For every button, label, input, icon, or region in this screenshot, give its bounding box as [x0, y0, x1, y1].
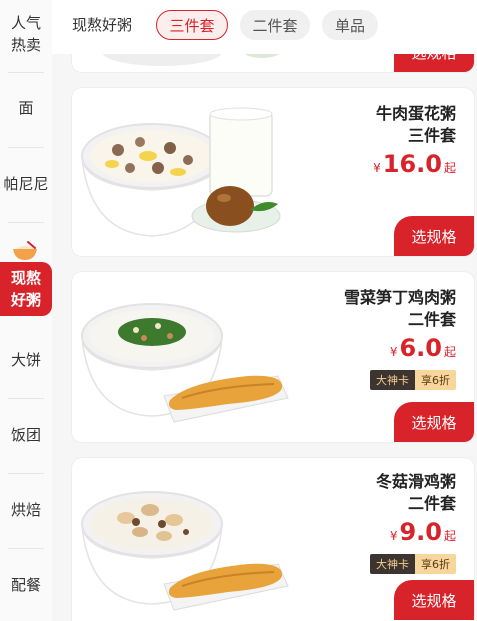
currency-symbol: ¥: [389, 529, 398, 543]
product-image: [81, 303, 289, 423]
subcategory-tabs: 现熬好粥 三件套 二件套 单品: [52, 0, 477, 54]
sidebar-item-label: 人气: [10, 14, 41, 32]
sidebar-item-label: 大饼: [10, 351, 41, 369]
product-card[interactable]: 冬菇滑鸡粥 二件套 ¥ 9.0 起 大神卡 享6折 选规格: [72, 458, 474, 621]
vip-discount-badge: 大神卡 享6折: [370, 370, 456, 390]
select-spec-button[interactable]: 选规格: [394, 402, 474, 442]
currency-symbol: ¥: [389, 345, 398, 359]
sidebar-item-sides[interactable]: 配餐: [0, 569, 52, 601]
sidebar-item-rice-ball[interactable]: 饭团: [0, 419, 52, 451]
product-card[interactable]: 牛肉蛋花粥 三件套 ¥ 16.0 起 选规格: [72, 88, 474, 256]
sidebar-item-label: 好粥: [10, 291, 41, 309]
sidebar-item-label: 烘焙: [10, 501, 41, 519]
divider: [8, 398, 44, 399]
price-value: 9.0: [399, 518, 442, 546]
sidebar-item-panini[interactable]: 帕尼尼: [0, 168, 52, 200]
product-image: [81, 491, 289, 611]
product-price: ¥ 6.0 起: [390, 334, 456, 362]
tab-single-item[interactable]: 单品: [322, 10, 378, 40]
section-title: 现熬好粥: [72, 16, 133, 34]
button-label: 选规格: [411, 227, 457, 246]
vip-discount-badge: 大神卡 享6折: [370, 554, 456, 574]
price-suffix: 起: [443, 161, 456, 175]
sidebar-item-label: 现熬: [10, 269, 41, 287]
product-name: 牛肉蛋花粥: [375, 104, 456, 123]
sidebar-item-noodles[interactable]: 面: [0, 92, 52, 124]
button-label: 选规格: [411, 591, 457, 610]
congee-bowl-icon: [13, 241, 37, 260]
product-price: ¥ 9.0 起: [390, 518, 456, 546]
currency-symbol: ¥: [373, 161, 381, 175]
tab-label: 单品: [334, 16, 365, 35]
price-value: 6.0: [399, 334, 442, 362]
product-image: [81, 107, 281, 237]
button-label: 选规格: [411, 413, 457, 432]
product-name: 冬菇滑鸡粥: [375, 472, 456, 491]
discount-label: 享6折: [415, 370, 456, 390]
sidebar-item-congee[interactable]: 现熬 好粥: [0, 262, 52, 316]
tab-two-piece-set[interactable]: 二件套: [240, 10, 310, 40]
product-price: ¥ 16.0 起: [373, 150, 456, 178]
sidebar-item-label: 配餐: [10, 576, 41, 594]
divider: [8, 222, 44, 223]
tab-three-piece-set[interactable]: 三件套: [156, 10, 228, 40]
sidebar-item-label: 帕尼尼: [3, 175, 49, 193]
select-spec-button[interactable]: 选规格: [394, 216, 474, 256]
price-suffix: 起: [443, 529, 456, 543]
product-name: 雪菜笋丁鸡肉粥: [343, 288, 456, 307]
product-set-type: 二件套: [407, 310, 456, 329]
price-value: 16.0: [382, 150, 442, 178]
sidebar-item-label: 热卖: [10, 36, 41, 54]
category-sidebar: 人气 热卖 面 帕尼尼 现熬 好粥 大饼 饭团 烘焙 配餐: [0, 0, 52, 621]
vip-card-label: 大神卡: [370, 370, 415, 390]
tab-label: 三件套: [169, 16, 215, 35]
select-spec-button[interactable]: 选规格: [394, 580, 474, 620]
divider: [8, 473, 44, 474]
discount-label: 享6折: [415, 554, 456, 574]
sidebar-item-bakery[interactable]: 烘焙: [0, 494, 52, 526]
sidebar-item-label: 饭团: [10, 426, 41, 444]
vip-card-label: 大神卡: [370, 554, 415, 574]
product-set-type: 二件套: [407, 494, 456, 513]
price-suffix: 起: [443, 345, 456, 359]
product-set-type: 三件套: [407, 126, 456, 145]
tab-label: 二件套: [252, 16, 298, 35]
sidebar-item-popular[interactable]: 人气 热卖: [0, 10, 52, 58]
divider: [8, 548, 44, 549]
sidebar-item-label: 面: [18, 99, 34, 117]
sidebar-item-pancake[interactable]: 大饼: [0, 344, 52, 376]
divider: [8, 72, 44, 73]
product-card[interactable]: 雪菜笋丁鸡肉粥 二件套 ¥ 6.0 起 大神卡 享6折 选规格: [72, 272, 474, 442]
divider: [8, 147, 44, 148]
